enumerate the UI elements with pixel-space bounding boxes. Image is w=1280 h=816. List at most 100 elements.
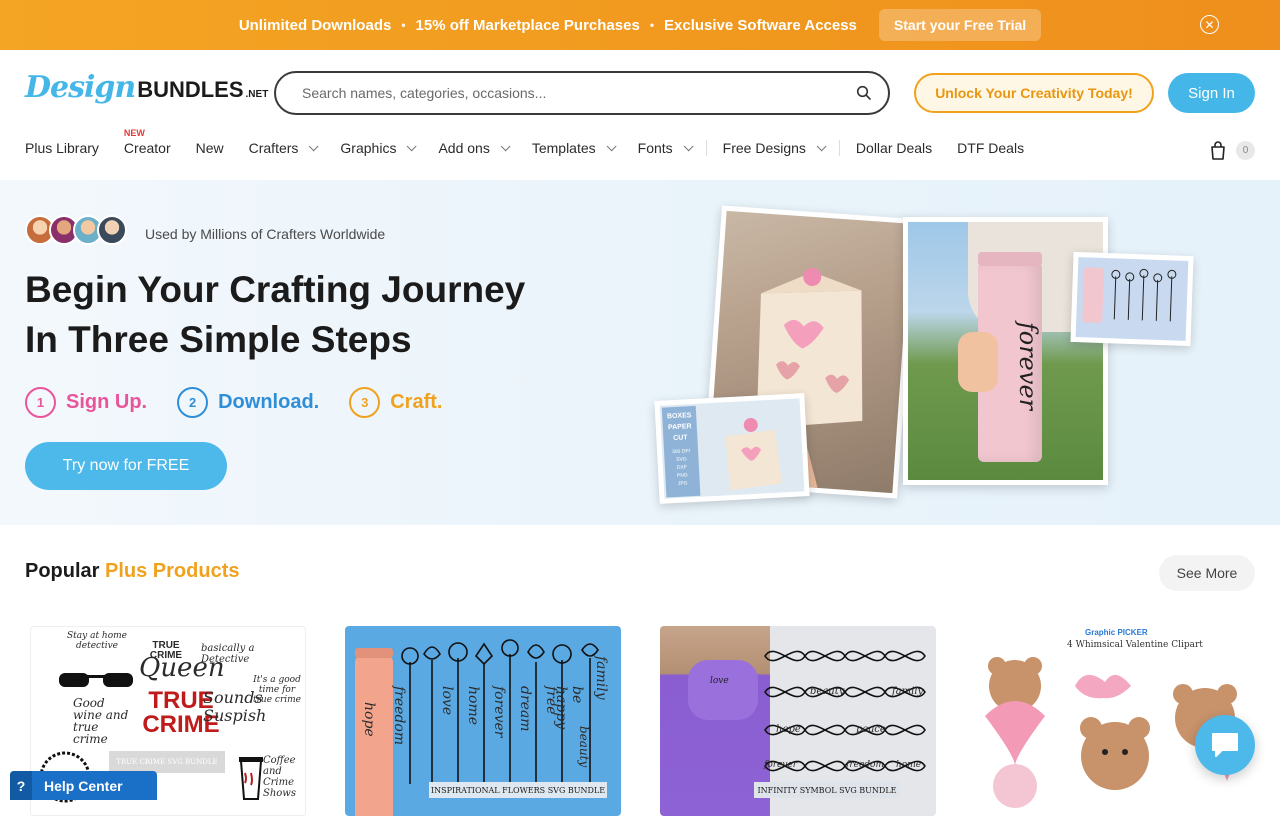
caption-line: PAPER bbox=[667, 423, 692, 432]
logo-net-text: .NET bbox=[245, 89, 269, 100]
card-word: home bbox=[465, 686, 481, 726]
used-by-text: Used by Millions of Crafters Worldwide bbox=[145, 226, 386, 242]
step-number: 2 bbox=[177, 387, 209, 418]
step-number: 1 bbox=[25, 387, 56, 418]
card-word: love bbox=[710, 676, 729, 686]
sign-in-button[interactable]: Sign In bbox=[1168, 73, 1255, 113]
promo-item-software: Exclusive Software Access bbox=[664, 16, 857, 34]
chevron-down-icon[interactable] bbox=[500, 140, 511, 151]
step-number: 3 bbox=[349, 387, 381, 418]
product-card-infinity-symbol[interactable]: love beauty family hope peace forever fr… bbox=[660, 626, 936, 816]
nav-item-fonts[interactable]: Fonts bbox=[637, 140, 694, 156]
nav-item-graphics[interactable]: Graphics bbox=[340, 140, 418, 156]
chevron-down-icon[interactable] bbox=[407, 140, 418, 151]
product-card-inspirational-flowers[interactable]: hope freedom love home forever dream fre… bbox=[345, 626, 621, 816]
tumbler-word: forever bbox=[1014, 321, 1043, 411]
hero-title-line1: Begin Your Crafting Journey bbox=[25, 269, 526, 310]
search-icon[interactable] bbox=[856, 85, 872, 101]
card-word: home bbox=[896, 760, 922, 770]
nav-item-label: New bbox=[195, 140, 224, 156]
card-caption: INFINITY SYMBOL SVG BUNDLE bbox=[754, 782, 900, 798]
chevron-down-icon[interactable] bbox=[683, 140, 694, 151]
card-word: Good wine and true crime bbox=[73, 696, 129, 746]
avatar bbox=[97, 215, 127, 245]
infinity-icons bbox=[764, 650, 926, 772]
site-logo[interactable]: Design BUNDLES .NET bbox=[25, 70, 268, 105]
card-word: hope bbox=[361, 702, 377, 737]
nav-item-label: Fonts bbox=[637, 140, 673, 156]
card-word: dream bbox=[517, 686, 533, 732]
nav-item-free-designs[interactable]: Free Designs bbox=[722, 140, 827, 156]
try-free-button[interactable]: Try now for FREE bbox=[25, 442, 227, 490]
card-word: family bbox=[892, 686, 924, 697]
hero-title-line2: In Three Simple Steps bbox=[25, 319, 412, 360]
logo-design-text: Design bbox=[25, 70, 136, 105]
search-placeholder: Search names, categories, occasions... bbox=[302, 85, 547, 101]
promo-separator: • bbox=[401, 18, 406, 32]
hero-title: Begin Your Crafting Journey In Three Sim… bbox=[25, 265, 585, 365]
search-input[interactable]: Search names, categories, occasions... bbox=[274, 71, 890, 115]
card-word: beauty bbox=[810, 686, 845, 697]
free-trial-button[interactable]: Start your Free Trial bbox=[878, 9, 1042, 41]
caption-line: CUT bbox=[673, 434, 688, 443]
promo-separator: • bbox=[649, 18, 655, 32]
nav-item-label: Free Designs bbox=[722, 140, 806, 156]
cart-count-badge: 0 bbox=[1236, 141, 1255, 160]
card-word: peace bbox=[856, 724, 886, 735]
hero-photo-box-preview: BOXES PAPER CUT 300 DPI SVG DXF PNG JPG bbox=[654, 393, 810, 504]
chevron-down-icon[interactable] bbox=[309, 140, 319, 151]
unlock-creativity-button[interactable]: Unlock Your Creativity Today! bbox=[914, 73, 1154, 113]
nav-item-crafters[interactable]: Crafters bbox=[249, 140, 319, 156]
chat-bubble-icon bbox=[1212, 733, 1238, 757]
nav-separator bbox=[838, 140, 840, 156]
promo-item-discount: 15% off Marketplace Purchases bbox=[415, 16, 640, 34]
nav-item-label: DTF Deals bbox=[957, 140, 1025, 156]
nav-item-add-ons[interactable]: Add ons bbox=[438, 140, 511, 156]
card-word: family bbox=[593, 656, 609, 700]
close-icon[interactable]: ✕ bbox=[1200, 15, 1219, 34]
nav-item-label: Dollar Deals bbox=[855, 140, 933, 156]
card-word: basically a Detective bbox=[201, 643, 255, 665]
card-word: Sounds Suspish bbox=[203, 688, 267, 725]
coffee-cup-icon bbox=[239, 757, 263, 800]
help-center-button[interactable]: ? Help Center bbox=[10, 771, 157, 800]
new-badge: NEW bbox=[123, 128, 145, 138]
nav-item-label: Templates bbox=[531, 140, 596, 156]
chevron-down-icon[interactable] bbox=[816, 140, 827, 151]
logo-bundles-text: BUNDLES bbox=[137, 77, 244, 102]
nav-separator bbox=[705, 140, 707, 156]
nav-item-dtf-deals[interactable]: DTF Deals bbox=[957, 140, 1024, 156]
card-word: Stay at home detective bbox=[67, 631, 128, 651]
hero-photo-svg-preview bbox=[1070, 251, 1194, 347]
mini-box-illustration bbox=[725, 417, 782, 491]
chat-launcher-button[interactable] bbox=[1195, 715, 1255, 775]
step-download: 2 Download. bbox=[177, 387, 319, 418]
see-more-button[interactable]: See More bbox=[1159, 555, 1255, 591]
help-center-label: Help Center bbox=[44, 777, 123, 794]
card-caption: TRUE CRIME SVG BUNDLE bbox=[109, 751, 225, 773]
box-preview-caption: BOXES PAPER CUT 300 DPI SVG DXF PNG JPG bbox=[661, 405, 701, 498]
chevron-down-icon[interactable] bbox=[606, 140, 617, 151]
card-word: forever bbox=[764, 760, 798, 770]
format-line: JPG bbox=[677, 480, 688, 487]
nav-item-label: Plus Library bbox=[25, 140, 99, 156]
cart-icon[interactable] bbox=[1209, 141, 1227, 160]
nav-item-creator[interactable]: Creator NEW bbox=[124, 128, 171, 156]
card-word: freedom bbox=[846, 760, 884, 770]
crafter-avatars bbox=[25, 215, 127, 245]
card-word: hope bbox=[776, 724, 801, 735]
card-word: forever bbox=[491, 686, 507, 738]
popular-title-prefix: Popular bbox=[25, 560, 100, 582]
nav-item-plus-library[interactable]: Plus Library bbox=[25, 140, 99, 156]
nav-item-dollar-deals[interactable]: Dollar Deals bbox=[856, 140, 932, 156]
nav-item-templates[interactable]: Templates bbox=[531, 140, 617, 156]
card-word: be happy bbox=[553, 686, 585, 730]
step-label: Craft. bbox=[390, 391, 443, 413]
sunglasses-icon bbox=[59, 673, 133, 687]
popular-section-title: Popular Plus Products bbox=[25, 560, 240, 583]
nav-item-new[interactable]: New bbox=[196, 140, 224, 156]
nav-item-label: Add ons bbox=[438, 140, 490, 156]
card-word: beauty bbox=[577, 726, 591, 768]
step-label: Sign Up. bbox=[66, 391, 148, 413]
flower-stems-icon bbox=[1111, 268, 1177, 322]
